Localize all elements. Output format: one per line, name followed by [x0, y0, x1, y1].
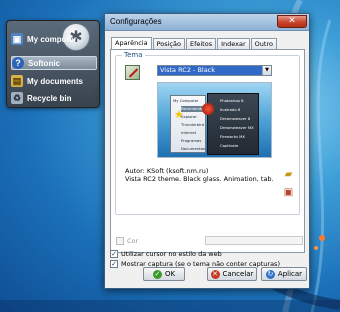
- computer-icon: ▣: [11, 33, 23, 45]
- theme-author: Autor: KSoft (ksoft.nm.ru): [125, 167, 209, 175]
- close-button[interactable]: ✕: [277, 15, 307, 28]
- web-cursor-option[interactable]: ✓ Utilizar cursor no estilo da web: [110, 250, 222, 258]
- launcher-item-label: Softonic: [28, 58, 60, 68]
- help-icon: ?: [12, 57, 24, 69]
- preview-item: Programas: [181, 138, 202, 143]
- star-icon: ★: [174, 108, 184, 121]
- tab-strip: Aparência Posição Efeitos Indexar Outro: [111, 37, 278, 49]
- preview-item: My Computer: [173, 98, 199, 103]
- open-folder-icon[interactable]: ▰: [282, 168, 295, 181]
- theme-brush-icon: [125, 65, 140, 80]
- theme-dropdown-value: Vista RC2 - Black: [158, 66, 263, 75]
- apply-button[interactable]: ↻ Aplicar: [261, 267, 307, 281]
- check-icon: ✓: [152, 269, 162, 279]
- color-checkbox[interactable]: [116, 237, 124, 245]
- preview-menu-right: Photoshop 8 Ilustrado 8 Dreamweaver 8 Dr…: [207, 93, 259, 155]
- web-cursor-label: Utilizar cursor no estilo da web: [121, 250, 222, 258]
- ok-button[interactable]: ✓ OK: [143, 267, 185, 281]
- tab-outro[interactable]: Outro: [250, 38, 277, 49]
- apply-label: Aplicar: [277, 270, 303, 278]
- theme-group-label: Tema: [122, 51, 145, 59]
- apply-icon: ↻: [265, 269, 275, 279]
- preview-item: Internet: [181, 130, 197, 135]
- cancel-icon: ✕: [210, 269, 220, 279]
- tab-indexar[interactable]: Indexar: [217, 38, 250, 49]
- tab-efeitos[interactable]: Efeitos: [185, 38, 217, 49]
- launcher-item-label: My documents: [27, 76, 84, 86]
- save-disk-icon[interactable]: ▣: [282, 186, 295, 199]
- theme-description: Vista RC2 theme. Black glass. Animation,…: [125, 175, 274, 183]
- launcher-item-label: My computer: [27, 34, 77, 44]
- tab-panel-aparencia: Tema Vista RC2 - Black ▼ My Computer Rec…: [110, 49, 305, 253]
- preview-item: Explorar: [181, 114, 197, 119]
- chevron-down-icon[interactable]: ▼: [262, 66, 271, 75]
- preview-item: Dreamweaver MX: [220, 125, 254, 130]
- preview-badge-icon: [202, 103, 214, 115]
- web-cursor-checkbox[interactable]: ✓: [110, 250, 118, 258]
- launcher-item-softonic[interactable]: ? Softonic: [11, 56, 97, 70]
- color-field[interactable]: [205, 236, 303, 245]
- show-capture-checkbox[interactable]: ✓: [110, 260, 118, 268]
- color-label: Cor: [127, 237, 139, 245]
- ok-label: OK: [164, 270, 176, 278]
- launcher-item-recycle-bin[interactable]: ♻ Recycle bin: [11, 91, 97, 105]
- launcher-item-my-computer[interactable]: ▣ My computer: [11, 32, 97, 46]
- preview-item: Captivate: [220, 143, 239, 148]
- preview-item: Thunderbird: [181, 122, 205, 127]
- recycle-bin-icon: ♻: [11, 92, 23, 104]
- preview-item: Fireworks MX: [220, 134, 246, 139]
- preview-item: Photoshop 8: [220, 98, 244, 103]
- dialog-title: Configurações: [110, 17, 162, 26]
- tab-posicao[interactable]: Posição: [152, 38, 185, 49]
- preview-item: Ilustrado 8: [220, 107, 241, 112]
- cancel-button[interactable]: ✕ Cancelar: [207, 267, 257, 281]
- preview-item: Dreamweaver 8: [220, 116, 251, 121]
- launcher-item-my-documents[interactable]: ▤ My documents: [11, 74, 97, 88]
- theme-preview: My Computer Recomendado Explorar Thunder…: [157, 82, 272, 158]
- folder-icon: ▤: [11, 75, 23, 87]
- cancel-label: Cancelar: [222, 270, 254, 278]
- theme-dropdown[interactable]: Vista RC2 - Black ▼: [157, 65, 272, 76]
- theme-group: Tema Vista RC2 - Black ▼ My Computer Rec…: [115, 51, 300, 215]
- launcher-item-label: Recycle bin: [27, 93, 72, 103]
- close-icon: ✕: [288, 16, 296, 26]
- preview-menu-left: My Computer Recomendado Explorar Thunder…: [170, 95, 206, 153]
- settings-dialog: Configurações ✕ Aparência Posição Efeito…: [104, 13, 310, 289]
- preview-item: Documentos: [181, 146, 205, 151]
- launcher-panel: ✱ ▣ My computer ? Softonic ▤ My document…: [6, 20, 100, 108]
- color-option-row: Cor: [116, 237, 138, 245]
- dialog-titlebar[interactable]: Configurações ✕: [105, 14, 309, 31]
- tab-aparencia[interactable]: Aparência: [111, 37, 152, 49]
